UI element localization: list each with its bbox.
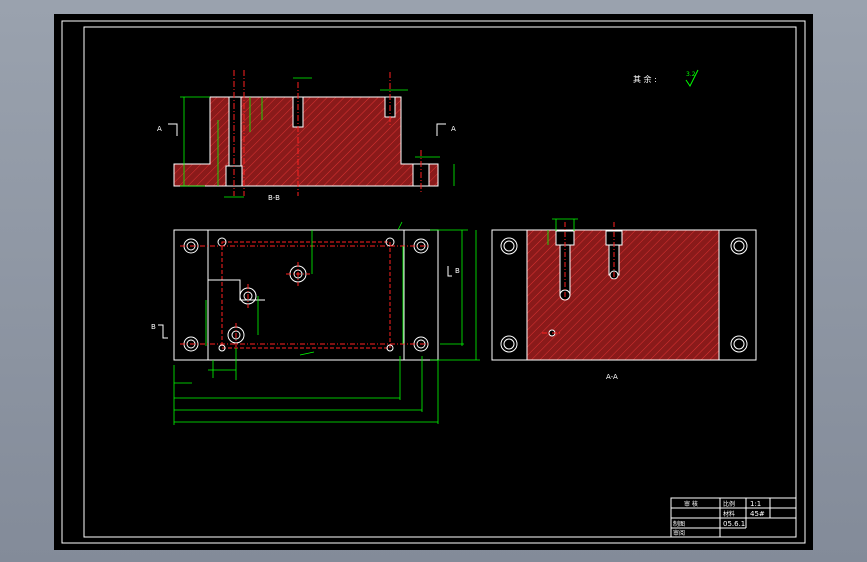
section-mark-b-right: B	[455, 267, 460, 275]
roughness-value: 3.2	[686, 71, 696, 78]
section-bb-body	[173, 96, 439, 187]
tb-review: 审 核	[684, 500, 698, 508]
tb-scale-value: 1:1	[750, 500, 761, 508]
tb-material-label: 材料	[723, 510, 735, 518]
tb-date: 05.6.1	[723, 520, 745, 528]
tb-scale-label: 比例	[723, 500, 735, 508]
aa-hatched-body	[526, 229, 720, 361]
cad-viewport[interactable]: 其 余 : 3.2 A A B-B B B A-A 审 核 比例 1:1 材料 …	[0, 0, 867, 562]
section-aa-view: A-A	[491, 218, 757, 381]
section-mark-a-right: A	[451, 125, 456, 133]
roughness-note: 其 余 :	[633, 74, 657, 84]
cad-drawing[interactable]: 其 余 : 3.2 A A B-B B B A-A 审 核 比例 1:1 材料 …	[0, 0, 867, 562]
tb-material-value: 45#	[750, 510, 765, 518]
section-mark-a-left: A	[157, 125, 162, 133]
view-label-aa: A-A	[606, 373, 618, 381]
section-mark-b-left: B	[151, 323, 156, 331]
tb-checked: 审阅	[673, 529, 685, 537]
tb-drawn: 制图	[673, 520, 685, 528]
view-label-bb: B-B	[268, 194, 280, 202]
